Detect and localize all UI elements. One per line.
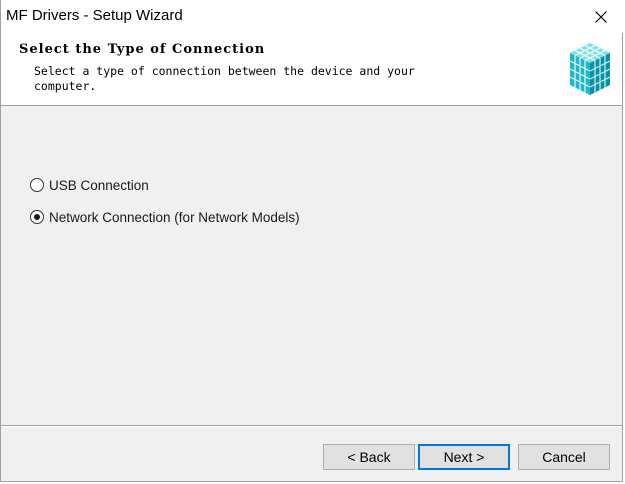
cancel-button[interactable]: Cancel (518, 444, 610, 470)
close-button[interactable] (578, 0, 624, 33)
back-button[interactable]: < Back (323, 444, 415, 470)
page-description: Select a type of connection between the … (34, 64, 415, 93)
window-title: MF Drivers - Setup Wizard (6, 7, 183, 24)
close-icon (595, 11, 607, 23)
usb-connection-label[interactable]: USB Connection (49, 178, 149, 193)
network-connection-option[interactable]: Network Connection (for Network Models) (30, 208, 300, 226)
cube-stack-icon (569, 43, 611, 95)
setup-wizard-window: MF Drivers - Setup Wizard Select the Typ… (0, 0, 624, 482)
network-connection-radio[interactable] (30, 210, 44, 224)
next-button[interactable]: Next > (418, 444, 510, 470)
network-connection-label[interactable]: Network Connection (for Network Models) (49, 210, 300, 225)
footer-divider (1, 425, 622, 427)
usb-connection-option[interactable]: USB Connection (30, 176, 149, 194)
title-bar: MF Drivers - Setup Wizard (1, 0, 624, 33)
usb-connection-radio[interactable] (30, 178, 44, 192)
page-title: Select the Type of Connection (19, 42, 266, 57)
wizard-header: Select the Type of Connection Select a t… (1, 33, 622, 106)
